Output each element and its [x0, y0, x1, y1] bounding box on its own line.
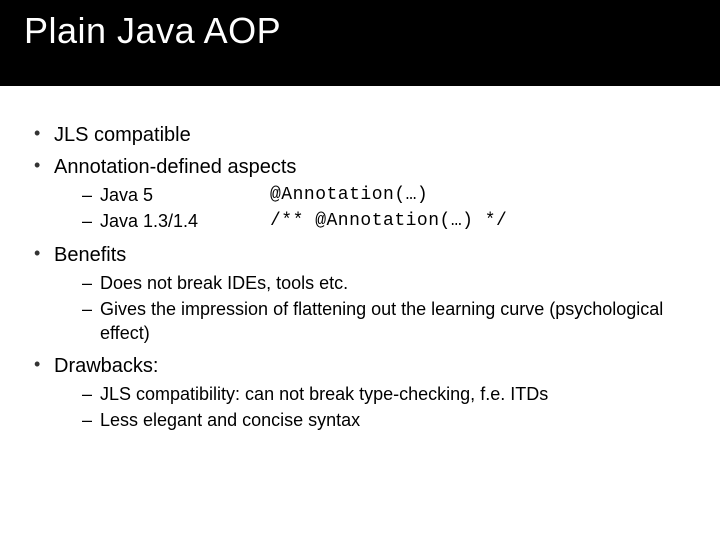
- bullet-benefits: Benefits Does not break IDEs, tools etc.…: [32, 242, 688, 345]
- bullet-drawbacks: Drawbacks: JLS compatibility: can not br…: [32, 353, 688, 433]
- bullet-list: JLS compatible Annotation-defined aspect…: [32, 122, 688, 433]
- bullet-jls-compatible: JLS compatible: [32, 122, 688, 148]
- sub-item-java13: Java 1.3/1.4 /** @Annotation(…) */: [82, 210, 688, 233]
- sub-item: Gives the impression of flattening out t…: [82, 298, 688, 345]
- sub-item: Less elegant and concise syntax: [82, 409, 688, 432]
- sub-item: Does not break IDEs, tools etc.: [82, 272, 688, 295]
- bullet-text: Benefits: [54, 244, 126, 266]
- bullet-text: Annotation-defined aspects: [54, 156, 296, 178]
- sub-text: Less elegant and concise syntax: [100, 410, 360, 430]
- sub-list-drawbacks: JLS compatibility: can not break type-ch…: [54, 383, 688, 433]
- slide-title: Plain Java AOP: [24, 10, 696, 52]
- sub-code: /** @Annotation(…) */: [270, 210, 507, 233]
- bullet-annotation-defined: Annotation-defined aspects Java 5 @Annot…: [32, 154, 688, 234]
- sub-label: Java 5: [100, 184, 270, 207]
- bullet-text: JLS compatible: [54, 124, 191, 146]
- sub-item-java5: Java 5 @Annotation(…): [82, 184, 688, 207]
- sub-code: @Annotation(…): [270, 184, 428, 207]
- sub-text: JLS compatibility: can not break type-ch…: [100, 384, 548, 404]
- title-band: Plain Java AOP: [0, 0, 720, 86]
- sub-label: Java 1.3/1.4: [100, 210, 270, 233]
- sub-list-annotation: Java 5 @Annotation(…) Java 1.3/1.4 /** @…: [54, 184, 688, 234]
- sub-text: Gives the impression of flattening out t…: [100, 299, 663, 342]
- sub-list-benefits: Does not break IDEs, tools etc. Gives th…: [54, 272, 688, 345]
- slide: Plain Java AOP JLS compatible Annotation…: [0, 0, 720, 540]
- sub-item: JLS compatibility: can not break type-ch…: [82, 383, 688, 406]
- slide-content: JLS compatible Annotation-defined aspect…: [0, 86, 720, 433]
- bullet-text: Drawbacks:: [54, 355, 158, 377]
- sub-text: Does not break IDEs, tools etc.: [100, 273, 348, 293]
